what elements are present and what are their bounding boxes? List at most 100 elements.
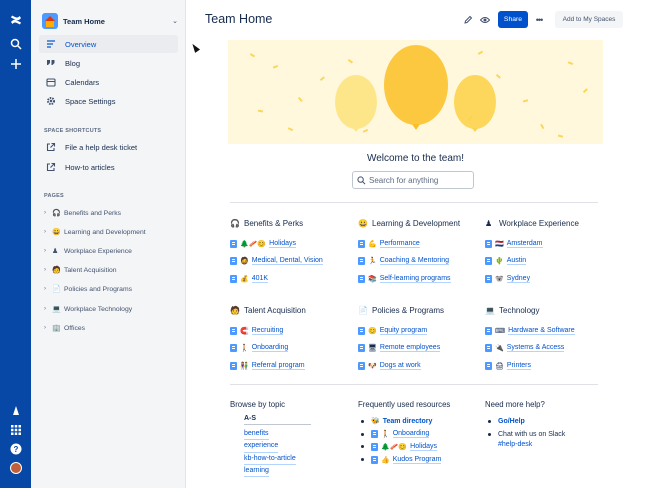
share-button[interactable]: Share xyxy=(498,11,528,28)
sidebar-item-calendars[interactable]: Calendars xyxy=(39,73,178,91)
page-tree-item[interactable]: › 💻 Workplace Technology xyxy=(44,301,184,317)
category-workplace-experience: ♟ Workplace Experience 🇳🇱 Amsterdam 🌵 Austi… xyxy=(485,218,605,288)
search-icon[interactable] xyxy=(8,36,23,51)
page-tree-item[interactable]: › ♟ Workplace Experience xyxy=(44,243,184,259)
chevron-right-icon[interactable]: › xyxy=(44,306,52,312)
link-self-learning[interactable]: 📚 Self-learning programs xyxy=(358,270,466,288)
topic-link[interactable]: learning xyxy=(244,465,269,478)
resource-onboarding[interactable]: 🚶 Onboarding xyxy=(358,428,478,441)
category-talent-acquisition: 🧑 Talent Acquisition 🧲 Recruiting 🚶 Onboard… xyxy=(230,305,350,375)
shortcut-help-desk-ticket[interactable]: File a help desk ticket xyxy=(39,138,178,156)
category-emoji-icon: 🎧 xyxy=(230,219,240,228)
page-icon xyxy=(485,239,492,248)
link-recruiting[interactable]: 🧲 Recruiting xyxy=(230,322,350,340)
resource-kudos[interactable]: 👍 Kudos Program xyxy=(358,453,478,466)
topic-link[interactable]: benefits xyxy=(244,428,269,441)
page-emoji-icon: 😀 xyxy=(52,229,61,236)
page-icon xyxy=(230,344,237,353)
page-tree-label: Workplace Technology xyxy=(64,305,133,313)
link-onboarding[interactable]: 🚶 Onboarding xyxy=(230,340,350,358)
link-emoji-icon: 🖥 xyxy=(368,345,377,353)
notifications-icon[interactable] xyxy=(8,403,23,418)
link-dogs[interactable]: 🐶 Dogs at work xyxy=(358,357,478,375)
chevron-right-icon[interactable]: › xyxy=(44,267,52,273)
link-equity[interactable]: 😊 Equity program xyxy=(358,322,478,340)
link-referral[interactable]: 👫 Referral program xyxy=(230,357,350,375)
add-to-my-spaces-button[interactable]: Add to My Spaces xyxy=(555,11,623,28)
help-slack-item: Chat with us on Slack xyxy=(485,428,595,441)
link-label: Medical, Dental, Vision xyxy=(251,257,323,266)
sidebar-item-blog[interactable]: Blog xyxy=(39,54,178,72)
sidebar-item-space-settings[interactable]: Space Settings xyxy=(39,92,178,110)
chevron-right-icon[interactable]: › xyxy=(44,210,52,216)
blog-icon xyxy=(46,58,56,68)
more-actions-button[interactable]: ••• xyxy=(532,11,546,28)
page-icon xyxy=(230,257,237,266)
link-label: Austin xyxy=(506,257,527,266)
divider xyxy=(230,202,598,203)
page-tree-item[interactable]: › 🧑 Talent Acquisition xyxy=(44,262,184,278)
link-performance[interactable]: 💪 Performance xyxy=(358,235,466,253)
overview-icon xyxy=(46,39,56,49)
topic-link[interactable]: kb-how-to-article xyxy=(244,453,296,465)
profile-avatar[interactable] xyxy=(8,460,23,475)
page-icon xyxy=(358,239,365,248)
page-icon xyxy=(230,239,237,248)
link-printers[interactable]: 🖨 Printers xyxy=(485,357,605,375)
category-emoji-icon: 😀 xyxy=(358,219,368,228)
page-tree-item[interactable]: › 😀 Learning and Development xyxy=(44,224,184,240)
help-go-help-link[interactable]: Go/Help xyxy=(485,415,595,428)
page-icon xyxy=(371,430,378,439)
link-401k[interactable]: 💰 401K xyxy=(230,270,350,288)
link-remote[interactable]: 🖥 Remote employees xyxy=(358,340,478,358)
link-amsterdam[interactable]: 🇳🇱 Amsterdam xyxy=(485,235,605,253)
link-medical[interactable]: 🧔 Medical, Dental, Vision xyxy=(230,253,350,271)
category-title: Talent Acquisition xyxy=(244,306,306,315)
page-tree-item[interactable]: › 📄 Policies and Programs xyxy=(44,281,184,297)
link-hardware[interactable]: ⌨ Hardware & Software xyxy=(485,322,605,340)
help-icon[interactable]: ? xyxy=(8,441,23,456)
page-tree-item[interactable]: › 🏢 Offices xyxy=(44,320,184,336)
resource-team-directory[interactable]: 🐝 Team directory xyxy=(358,415,478,428)
link-label: Dogs at work xyxy=(379,361,421,370)
create-icon[interactable] xyxy=(8,56,23,71)
sidebar-item-overview[interactable]: Overview xyxy=(39,35,178,53)
external-link-icon xyxy=(46,142,56,152)
browse-title: Browse by topic xyxy=(230,400,286,409)
chevron-right-icon[interactable]: › xyxy=(44,229,52,235)
page-tree-label: Policies and Programs xyxy=(64,285,132,293)
link-label: Printers xyxy=(506,361,532,370)
edit-icon[interactable] xyxy=(461,11,475,28)
link-emoji-icon: 😊 xyxy=(368,327,377,335)
category-technology: 💻 Technology ⌨ Hardware & Software 🔌 System… xyxy=(485,305,605,375)
space-header[interactable]: Team Home ⌄ xyxy=(42,11,178,31)
link-emoji-icon: ⌨ xyxy=(495,327,506,335)
link-austin[interactable]: 🌵 Austin xyxy=(485,253,605,271)
page-tree-label: Learning and Development xyxy=(64,228,146,236)
search-input[interactable]: Search for anything xyxy=(352,171,474,189)
page-tree-item[interactable]: › 🎧 Benefits and Perks xyxy=(44,205,184,221)
resource-holidays[interactable]: 🌲🥓😊 Holidays xyxy=(358,441,478,454)
chevron-right-icon[interactable]: › xyxy=(44,248,52,254)
chevron-right-icon[interactable]: › xyxy=(44,325,52,331)
help-desk-channel-link[interactable]: #help-desk xyxy=(498,441,595,453)
chevron-down-icon[interactable]: ⌄ xyxy=(172,17,178,25)
balloons-banner-image xyxy=(228,40,603,144)
svg-text:?: ? xyxy=(13,445,18,454)
gear-icon xyxy=(46,96,56,106)
watch-icon[interactable] xyxy=(478,11,492,28)
chevron-right-icon[interactable]: › xyxy=(44,286,52,292)
need-more-help: Need more help? Go/Help Chat with us on … xyxy=(485,400,595,453)
confluence-logo-icon[interactable] xyxy=(8,12,23,27)
shortcut-how-to-articles[interactable]: How-to articles xyxy=(39,158,178,176)
link-coaching[interactable]: 🏃 Coaching & Mentoring xyxy=(358,253,466,271)
external-link-icon xyxy=(46,162,56,172)
link-emoji-icon: 💪 xyxy=(368,240,377,248)
link-systems[interactable]: 🔌 Systems & Access xyxy=(485,340,605,358)
link-holidays[interactable]: 🌲🥓😊 Holidays xyxy=(230,235,350,253)
page-icon xyxy=(358,274,365,283)
topic-link[interactable]: experience xyxy=(244,440,279,453)
app-switcher-icon[interactable] xyxy=(8,422,23,437)
page-emoji-icon: 💻 xyxy=(52,306,61,313)
link-sydney[interactable]: 🐨 Sydney xyxy=(485,270,605,288)
